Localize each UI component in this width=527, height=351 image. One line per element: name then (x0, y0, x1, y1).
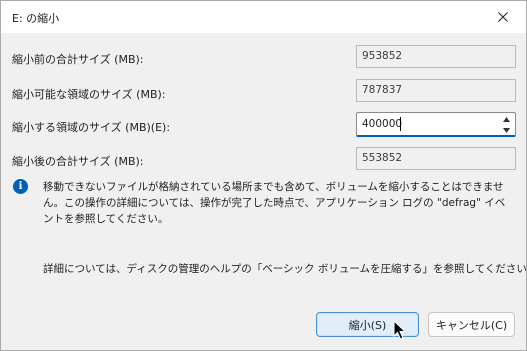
help-message: 詳細については、ディスクの管理のヘルプの「ベーシック ボリュームを圧縮する」を参… (43, 263, 527, 275)
window-title: E: の縮小 (12, 12, 60, 25)
total-after-field: 553852 (356, 147, 516, 170)
spin-down-button[interactable] (498, 125, 514, 135)
text-caret (400, 117, 401, 131)
shrink-dialog: E: の縮小 縮小前の合計サイズ (MB): 953852 縮小可能な領域のサイ… (0, 0, 527, 351)
total-before-label: 縮小前の合計サイズ (MB): (12, 53, 144, 66)
title-bar: E: の縮小 (1, 1, 526, 33)
chevron-down-icon (502, 127, 510, 133)
shrink-amount-label: 縮小する領域のサイズ (MB)(E): (12, 121, 171, 134)
info-icon: i (13, 179, 28, 194)
total-after-label: 縮小後の合計サイズ (MB): (12, 155, 144, 168)
total-before-field: 953852 (356, 45, 516, 68)
available-field: 787837 (356, 79, 516, 102)
close-icon (498, 12, 508, 22)
close-button[interactable] (480, 1, 526, 33)
info-message: 移動できないファイルが格納されている場所までも含めて、ボリュームを縮小することは… (43, 181, 506, 225)
shrink-amount-spinner[interactable] (356, 112, 516, 137)
cancel-button[interactable]: キャンセル(C) (428, 312, 515, 337)
shrink-amount-input[interactable] (357, 113, 497, 135)
mouse-cursor-icon (393, 320, 407, 340)
available-label: 縮小可能な領域のサイズ (MB): (12, 88, 166, 101)
chevron-up-icon (502, 116, 510, 122)
spin-up-button[interactable] (498, 114, 514, 124)
